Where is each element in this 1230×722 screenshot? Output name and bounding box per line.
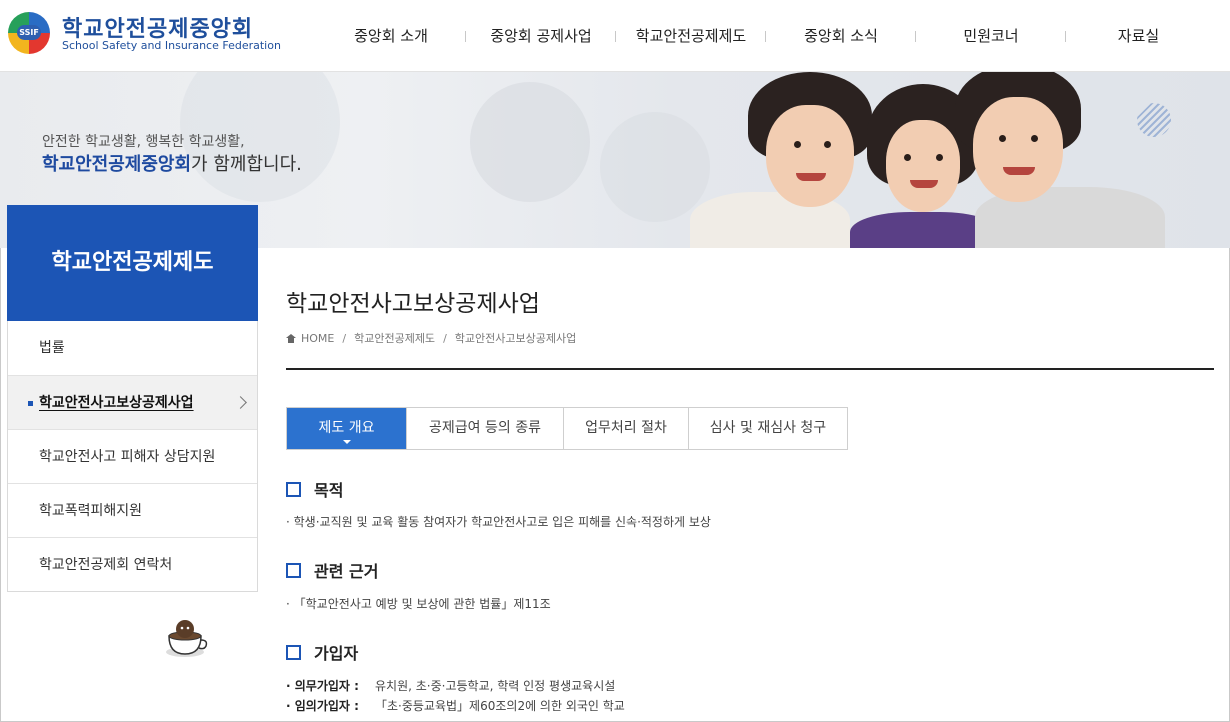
page-title: 학교안전사고보상공제사업 xyxy=(286,291,540,317)
nav-item-system[interactable]: 학교안전공제제도 xyxy=(616,0,766,72)
members-row-value: 유치원, 초·중·고등학교, 학력 인정 평생교육시설 xyxy=(375,679,616,693)
sidebar-item-label: 학교안전사고 피해자 상담지원 xyxy=(39,449,216,465)
main-navigation: 중앙회 소개 중앙회 공제사업 학교안전공제제도 중앙회 소식 민원코너 자료실 xyxy=(316,0,1216,72)
sidebar-item-law[interactable]: 법률 xyxy=(8,321,257,375)
child-mouth xyxy=(910,180,938,189)
basis-text: · 「학교안전사고 예방 및 보상에 관한 법률」제11조 xyxy=(286,597,551,611)
sidebar-item-label: 학교안전사고보상공제사업 xyxy=(39,395,194,411)
child-face xyxy=(973,97,1063,202)
hero-slogan-line1: 안전한 학교생활, 행복한 학교생활, xyxy=(42,134,245,150)
nav-item-label: 중앙회 공제사업 xyxy=(490,27,592,45)
child-right xyxy=(955,72,1081,202)
content-tabs: 제도 개요 공제급여 등의 종류 업무처리 절차 심사 및 재심사 청구 xyxy=(286,407,848,450)
logo-emblem-icon: SSIF xyxy=(8,12,50,54)
site-logo[interactable]: SSIF 학교안전공제중앙회 School Safety and Insuran… xyxy=(8,12,281,56)
members-row: · 의무가입자 : 유치원, 초·중·고등학교, 학력 인정 평생교육시설 xyxy=(286,677,615,694)
nav-item-civil[interactable]: 민원코너 xyxy=(916,0,1066,72)
child-face xyxy=(886,120,960,212)
section-heading-text: 가입자 xyxy=(314,644,359,663)
section-heading-text: 관련 근거 xyxy=(314,562,379,581)
child-left xyxy=(748,72,872,207)
breadcrumb: HOME / 학교안전공제제도 / 학교안전사고보상공제사업 xyxy=(286,330,576,346)
members-row-label: · 의무가입자 : xyxy=(286,679,359,693)
sidebar-item-contacts[interactable]: 학교안전공제회 연락처 xyxy=(8,537,257,591)
breadcrumb-current: 학교안전사고보상공제사업 xyxy=(454,332,577,345)
section-heading-members: 가입자 xyxy=(286,640,358,664)
hero-stripe-decoration xyxy=(1137,103,1171,137)
sidebar-menu: 법률 학교안전사고보상공제사업 학교안전사고 피해자 상담지원 학교폭력피해지원… xyxy=(7,321,258,592)
nav-item-about[interactable]: 중앙회 소개 xyxy=(316,0,466,72)
chevron-right-icon xyxy=(234,396,247,409)
sidebar-item-label: 학교폭력피해지원 xyxy=(39,503,143,519)
tab-label: 업무처리 절차 xyxy=(585,420,667,436)
child-eye xyxy=(1031,135,1039,143)
child-mouth xyxy=(1003,167,1036,176)
nav-item-label: 자료실 xyxy=(1117,27,1160,45)
members-row-value: 「초·중등교육법」제60조의2에 의한 외국인 학교 xyxy=(375,699,625,713)
tab-overview[interactable]: 제도 개요 xyxy=(287,408,406,449)
title-divider xyxy=(286,368,1214,370)
section-heading-basis: 관련 근거 xyxy=(286,558,378,582)
nav-item-business[interactable]: 중앙회 공제사업 xyxy=(466,0,616,72)
nav-item-label: 중앙회 소개 xyxy=(354,27,428,45)
section-heading-text: 목적 xyxy=(314,481,344,500)
members-row: · 임의가입자 : 「초·중등교육법」제60조의2에 의한 외국인 학교 xyxy=(286,697,625,714)
square-bullet-icon xyxy=(286,481,301,497)
tab-label: 심사 및 재심사 청구 xyxy=(709,420,827,436)
purpose-text: · 학생·교직원 및 교육 활동 참여자가 학교안전사고로 입은 피해를 신속·… xyxy=(286,515,711,529)
tab-procedure[interactable]: 업무처리 절차 xyxy=(563,408,688,449)
sidebar-item-compensation[interactable]: 학교안전사고보상공제사업 xyxy=(8,375,257,429)
hero-decoration xyxy=(470,82,590,202)
sidebar-item-violence-support[interactable]: 학교폭력피해지원 xyxy=(8,483,257,537)
logo-title-en: School Safety and Insurance Federation xyxy=(62,39,281,52)
hero-decoration xyxy=(600,112,710,222)
coffee-cup-mascot-icon xyxy=(166,620,208,657)
sidebar-title: 학교안전공제제도 xyxy=(7,205,258,321)
nav-item-label: 학교안전공제제도 xyxy=(635,27,747,45)
nav-item-archive[interactable]: 자료실 xyxy=(1066,0,1211,72)
child-eye xyxy=(999,135,1007,143)
sidebar: 학교안전공제제도 법률 학교안전사고보상공제사업 학교안전사고 피해자 상담지원… xyxy=(7,205,258,592)
square-bullet-icon xyxy=(286,562,301,578)
nav-item-label: 민원코너 xyxy=(963,27,1019,45)
tab-label: 공제급여 등의 종류 xyxy=(429,420,541,436)
breadcrumb-separator: / xyxy=(342,331,347,345)
hero-slogan-rest: 가 함께합니다. xyxy=(191,154,302,175)
caret-down-icon xyxy=(342,440,351,444)
sidebar-item-label: 법률 xyxy=(39,340,65,356)
breadcrumb-item[interactable]: 학교안전공제제도 xyxy=(354,330,435,346)
nav-item-news[interactable]: 중앙회 소식 xyxy=(766,0,916,72)
active-bullet-icon xyxy=(28,401,33,406)
hero-slogan-line2: 학교안전공제중앙회가 함께합니다. xyxy=(42,150,302,176)
sidebar-item-counseling[interactable]: 학교안전사고 피해자 상담지원 xyxy=(8,429,257,483)
sidebar-item-label: 학교안전공제회 연락처 xyxy=(39,557,173,573)
child-mouth xyxy=(796,172,826,181)
breadcrumb-home[interactable]: HOME xyxy=(301,332,334,345)
child-face xyxy=(766,104,854,207)
breadcrumb-separator: / xyxy=(443,331,447,345)
square-bullet-icon xyxy=(286,644,301,660)
section-heading-purpose: 목적 xyxy=(286,477,343,501)
logo-emblem-text: SSIF xyxy=(17,25,41,40)
child-eye xyxy=(936,154,943,162)
nav-item-label: 중앙회 소식 xyxy=(804,27,878,45)
child-eye xyxy=(824,140,831,148)
members-row-label: · 임의가입자 : xyxy=(286,699,359,713)
hero-slogan-strong: 학교안전공제중앙회 xyxy=(42,154,192,175)
tab-benefit-types[interactable]: 공제급여 등의 종류 xyxy=(406,408,563,449)
home-icon xyxy=(286,333,296,343)
child-eye xyxy=(794,140,801,148)
child-eye xyxy=(904,154,911,162)
tab-review-request[interactable]: 심사 및 재심사 청구 xyxy=(688,408,847,449)
site-header: SSIF 학교안전공제중앙회 School Safety and Insuran… xyxy=(0,0,1230,72)
tab-label: 제도 개요 xyxy=(318,420,375,436)
